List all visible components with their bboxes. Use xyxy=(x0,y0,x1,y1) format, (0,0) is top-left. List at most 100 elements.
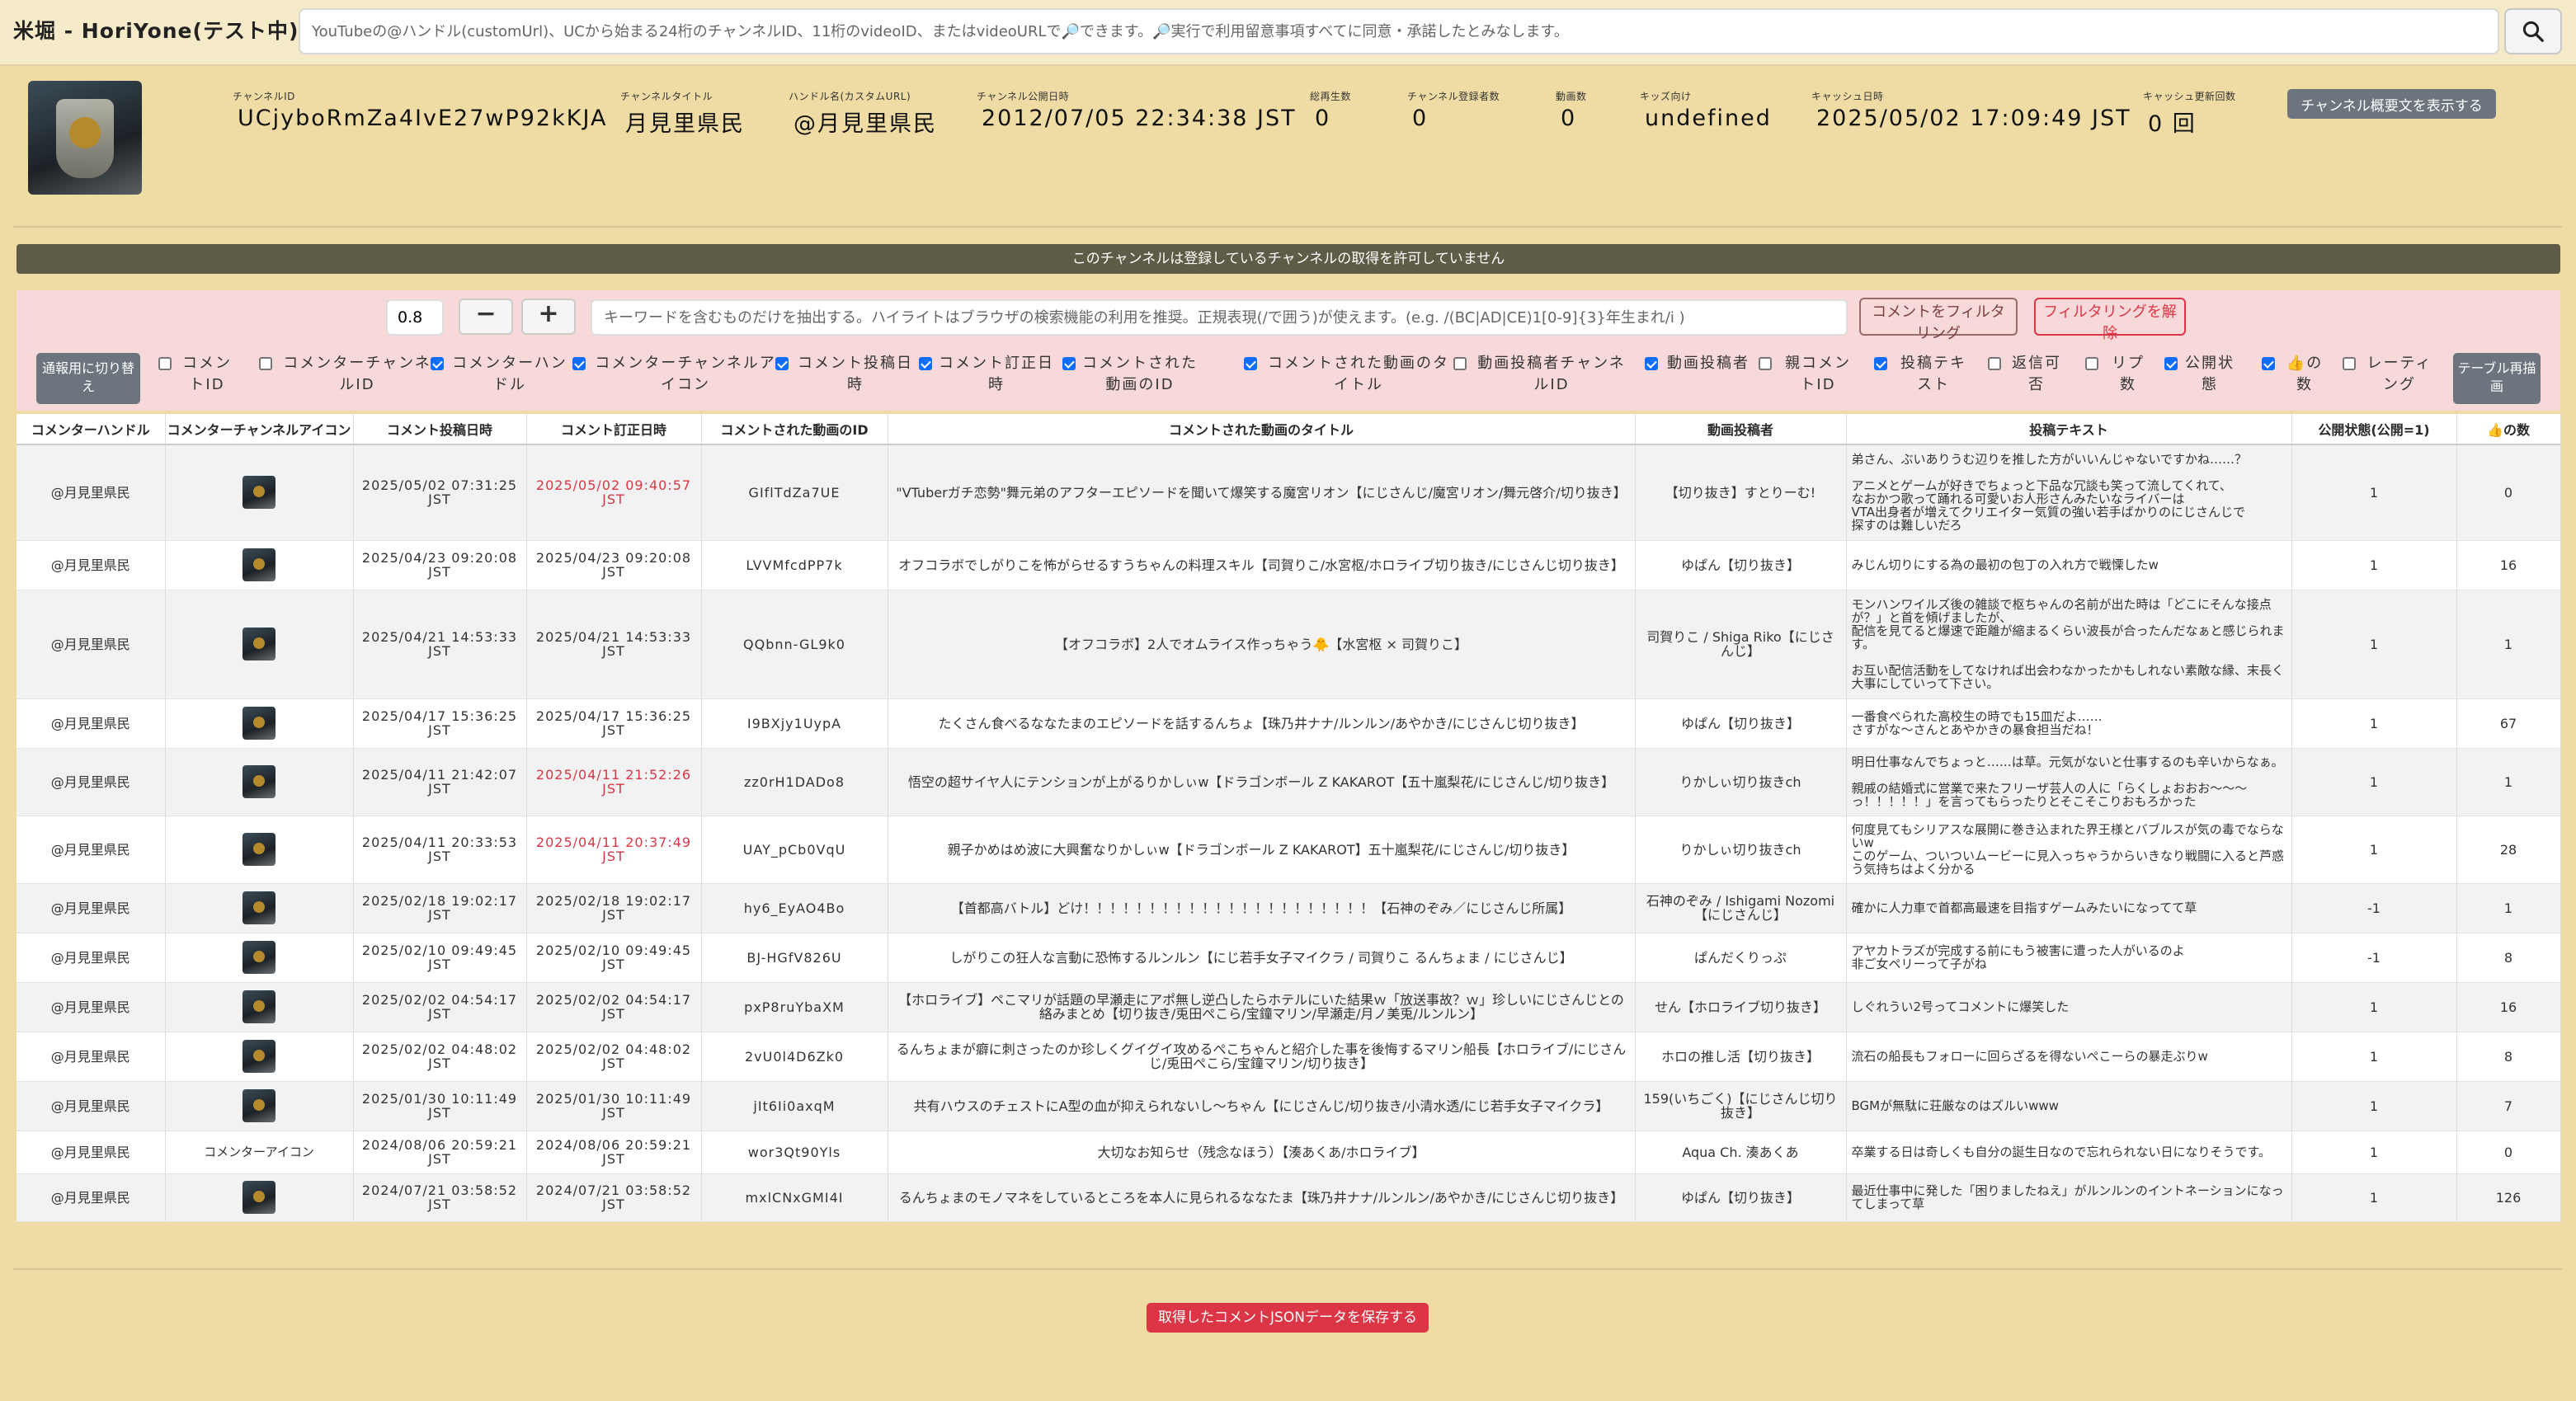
search-button[interactable] xyxy=(2504,8,2562,54)
commenter-avatar-icon xyxy=(243,833,275,866)
col-toggle-reply-allowed[interactable] xyxy=(1988,357,2001,370)
cell-status: 1 xyxy=(2291,816,2457,884)
cell-posted: 2025/05/02 07:31:25 JST xyxy=(353,444,527,541)
col-toggle-post-text[interactable] xyxy=(1874,357,1887,370)
cell-posted: 2025/04/23 09:20:08 JST xyxy=(353,540,527,590)
clear-filter-button[interactable]: フィルタリングを解除 xyxy=(2034,298,2186,342)
cell-status: 1 xyxy=(2291,1032,2457,1082)
column-header[interactable]: コメントされた動画のタイトル xyxy=(888,414,1636,445)
cell-title: 【オフコラボ】2人でオムライス作っちゃう🐥【水宮枢 × 司賀りこ】 xyxy=(888,590,1636,699)
column-header[interactable]: コメント訂正日時 xyxy=(526,414,702,445)
cell-likes: 8 xyxy=(2456,1032,2561,1082)
column-header[interactable]: 公開状態(公開=1) xyxy=(2291,414,2457,445)
col-toggle-commenter-icon[interactable] xyxy=(572,357,586,370)
col-toggle-posted-at[interactable] xyxy=(775,357,789,370)
cell-video-id: wor3Qt90Yls xyxy=(701,1131,888,1174)
col-toggle-label: コメントされた動画のID xyxy=(1082,355,1198,393)
cell-text: 一番食べられた高校生の時でも15皿だよ…… さすがな～さんとあやかきの暴食担当だ… xyxy=(1846,698,2292,749)
cell-handle: @月見里県民 xyxy=(16,883,166,933)
increment-button[interactable]: + xyxy=(521,299,576,335)
report-mode-button[interactable]: 通報用に切り替え xyxy=(36,353,140,404)
table-row: @月見里県民 2025/01/30 10:11:49 JST 2025/01/30 … xyxy=(16,1081,2561,1131)
column-header[interactable]: コメンターハンドル xyxy=(16,414,166,445)
search-input[interactable] xyxy=(299,8,2499,54)
col-toggle-comment-id[interactable] xyxy=(158,357,172,370)
col-toggle-commenter-handle[interactable] xyxy=(431,357,444,370)
column-header[interactable]: 動画投稿者 xyxy=(1635,414,1847,445)
col-toggle-status[interactable] xyxy=(2164,357,2178,370)
cell-icon xyxy=(165,1081,354,1131)
cell-likes: 28 xyxy=(2456,816,2561,884)
table-header-row: コメンターハンドル コメンターチャンネルアイコン コメント投稿日時 コメント訂正… xyxy=(16,414,2561,445)
cell-status: 1 xyxy=(2291,1081,2457,1131)
cell-status: 1 xyxy=(2291,540,2457,590)
col-toggle-parent-comment-id[interactable] xyxy=(1759,357,1772,370)
channel-title-value: 月見里県民 xyxy=(625,111,745,137)
keyword-filter-input[interactable] xyxy=(591,299,1848,336)
cell-likes: 8 xyxy=(2456,933,2561,983)
cell-uploader: 【切り抜き】すとりーむ! xyxy=(1635,444,1847,541)
col-toggle-commenter-channel-id[interactable] xyxy=(259,357,272,370)
cell-title: るんちょまのモノマネをしているところを本人に見られるななたま【珠乃井ナナ/ルンル… xyxy=(888,1173,1636,1222)
divider xyxy=(13,1268,2562,1270)
cell-title: 大切なお知らせ（残念なほう）【湊あくあ/ホロライブ】 xyxy=(888,1131,1636,1174)
col-toggle-label: コメントされた動画のタイトル xyxy=(1268,355,1449,393)
column-header[interactable]: 投稿テキスト xyxy=(1846,414,2292,445)
ratio-input[interactable] xyxy=(386,299,444,336)
redraw-table-button[interactable]: テーブル再描画 xyxy=(2453,353,2541,404)
table-body: @月見里県民 2025/05/02 07:31:25 JST 2025/05/02 … xyxy=(16,444,2561,1222)
cell-uploader: りかしぃ切り抜きch xyxy=(1635,748,1847,816)
cell-uploader: 司賀りこ / Shiga Riko【にじさんじ】 xyxy=(1635,590,1847,699)
table-row: @月見里県民 2025/04/17 15:36:25 JST 2025/04/17 … xyxy=(16,698,2561,749)
cell-video-id: jIt6Ii0axqM xyxy=(701,1081,888,1131)
cell-handle: @月見里県民 xyxy=(16,1032,166,1082)
commenter-avatar-icon xyxy=(243,548,275,581)
cell-posted: 2025/02/02 04:48:02 JST xyxy=(353,1032,527,1082)
col-toggle-video-id[interactable] xyxy=(1062,357,1076,370)
cell-text: 確かに人力車で首都高最速を目指すゲームみたいになってて草 xyxy=(1846,883,2292,933)
col-toggle-label: コメンターチャンネルアイコン xyxy=(595,355,776,393)
cell-likes: 16 xyxy=(2456,982,2561,1032)
cell-posted: 2025/04/11 21:42:07 JST xyxy=(353,748,527,816)
col-toggle-reply-count[interactable] xyxy=(2085,357,2098,370)
cell-title: 親子かめはめ波に大興奮なりかしぃw【ドラゴンボール Z KAKAROT】五十嵐梨… xyxy=(888,816,1636,884)
cell-status: 1 xyxy=(2291,1173,2457,1222)
subscriber-value: 0 xyxy=(1412,106,1429,131)
col-toggle-likes[interactable] xyxy=(2262,357,2275,370)
cell-title: 共有ハウスのチェストにA型の血が抑えられないし～ちゃん【にじさんじ/切り抜き/小… xyxy=(888,1081,1636,1131)
table-row: @月見里県民 2025/02/10 09:49:45 JST 2025/02/10 … xyxy=(16,933,2561,983)
col-toggle-rating[interactable] xyxy=(2343,357,2356,370)
cell-edited: 2025/04/11 21:52:26 JST xyxy=(526,748,702,816)
table-row: @月見里県民 2025/02/02 04:54:17 JST 2025/02/02 … xyxy=(16,982,2561,1032)
cell-status: 1 xyxy=(2291,590,2457,699)
save-json-button[interactable]: 取得したコメントJSONデータを保存する xyxy=(1147,1303,1429,1333)
divider xyxy=(13,226,2562,228)
cell-video-id: UAY_pCb0VqU xyxy=(701,816,888,884)
decrement-button[interactable]: − xyxy=(459,299,513,335)
col-toggle-label: コメント訂正日時 xyxy=(939,355,1054,393)
cell-title: オフコラボでしがりこを怖がらせるすうちゃんの料理スキル【司賀りこ/水宮枢/ホロラ… xyxy=(888,540,1636,590)
cell-status: 1 xyxy=(2291,748,2457,816)
col-toggle-video-title[interactable] xyxy=(1244,357,1257,370)
column-header[interactable]: コメンターチャンネルアイコン xyxy=(165,414,354,445)
column-header[interactable]: 👍の数 xyxy=(2456,414,2561,445)
col-toggle-uploader-channel-id[interactable] xyxy=(1453,357,1467,370)
col-toggle-uploader[interactable] xyxy=(1645,357,1658,370)
filter-comments-button[interactable]: コメントをフィルタリング xyxy=(1859,298,2018,342)
cell-text: 卒業する日は奇しくも自分の誕生日なので忘れられない日になりそうです。 xyxy=(1846,1131,2292,1174)
show-overview-button[interactable]: チャンネル概要文を表示する xyxy=(2287,89,2496,119)
col-toggle-edited-at[interactable] xyxy=(919,357,932,370)
col-toggle-label: 返信可否 xyxy=(2012,355,2061,393)
column-header[interactable]: コメント投稿日時 xyxy=(353,414,527,445)
cell-handle: @月見里県民 xyxy=(16,982,166,1032)
published-value: 2012/07/05 22:34:38 JST xyxy=(982,106,1297,131)
cell-status: 1 xyxy=(2291,444,2457,541)
channel-id-value: UCjyboRmZa4IvE27wP92kKJA xyxy=(238,106,608,131)
column-header[interactable]: コメントされた動画のID xyxy=(701,414,888,445)
cell-icon xyxy=(165,540,354,590)
cell-text: 最近仕事中に発した「困りましたねえ」がルンルンのイントネーションになってしまって… xyxy=(1846,1173,2292,1222)
cell-handle: @月見里県民 xyxy=(16,933,166,983)
table-row: @月見里県民 2025/02/02 04:48:02 JST 2025/02/02 … xyxy=(16,1032,2561,1082)
commenter-avatar-icon xyxy=(243,891,275,924)
commenter-avatar-icon xyxy=(243,707,275,740)
